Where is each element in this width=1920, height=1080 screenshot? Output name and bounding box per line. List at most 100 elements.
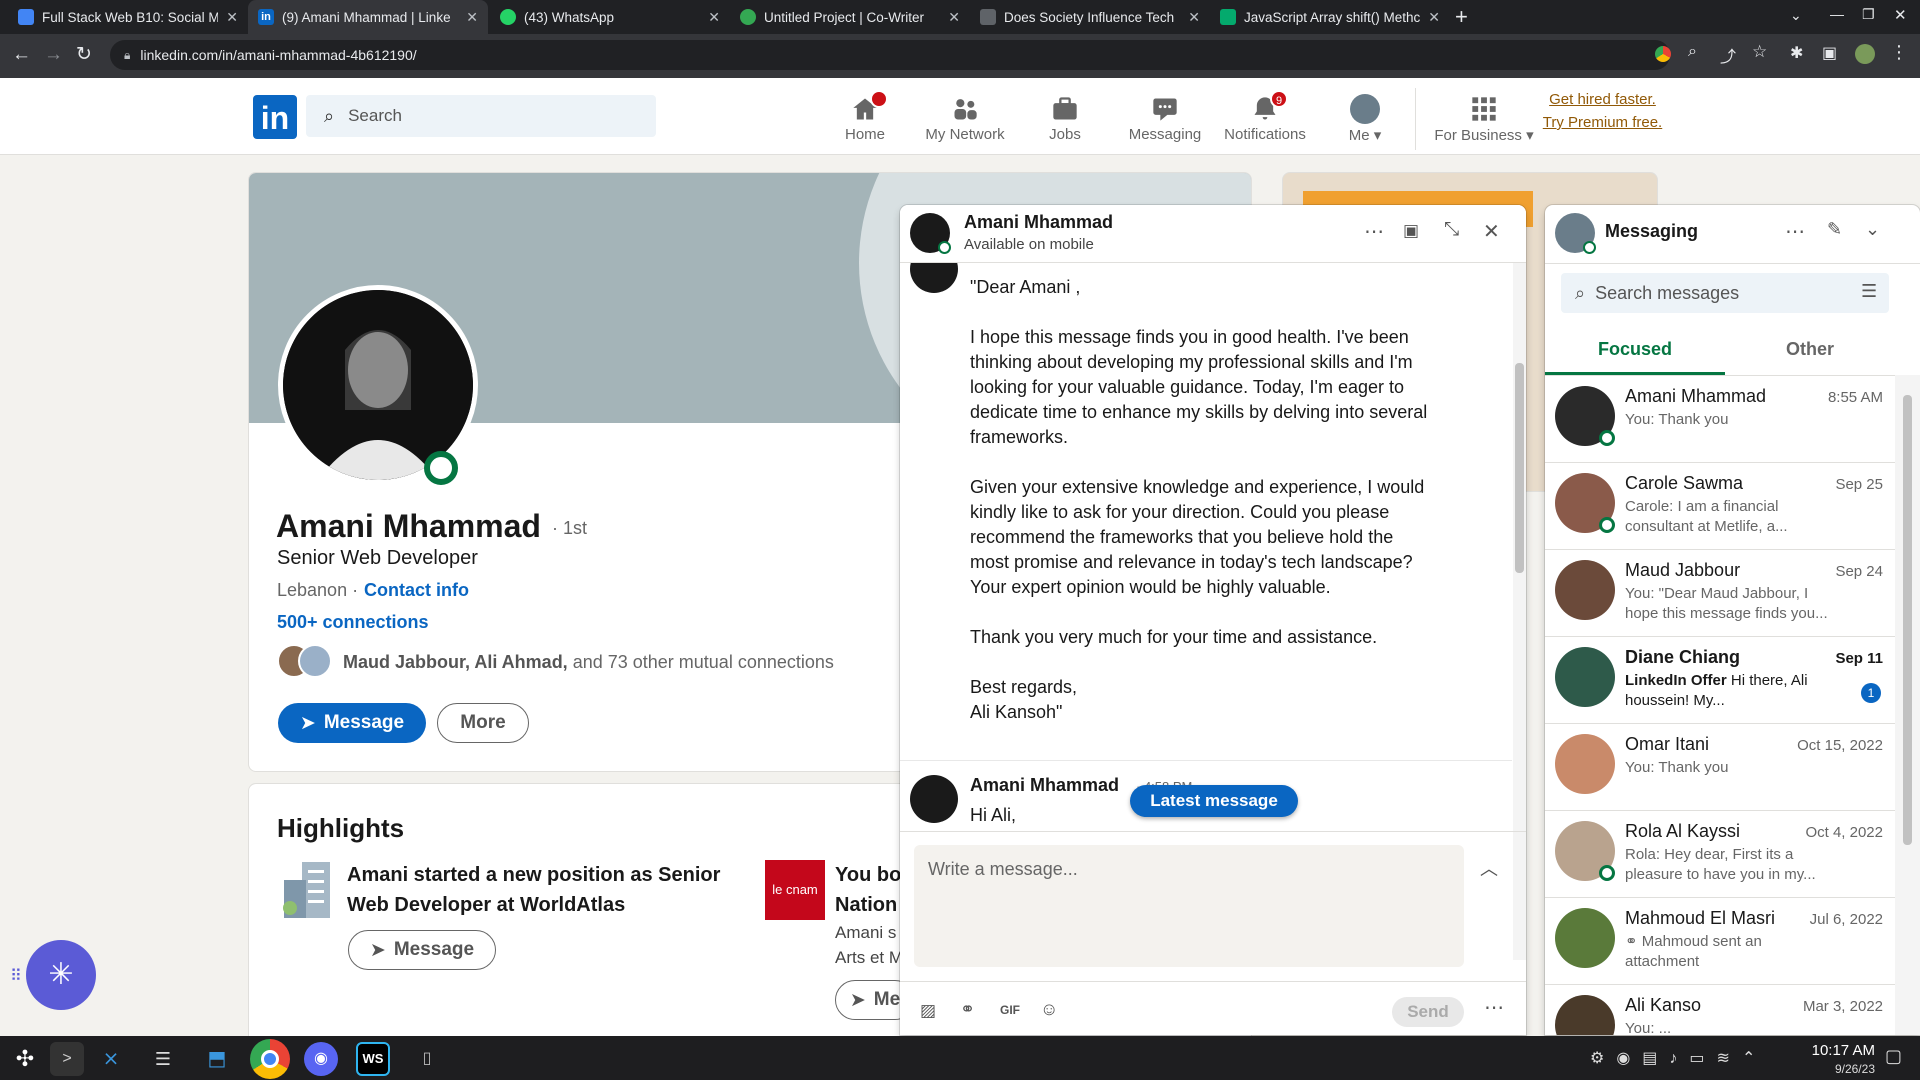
reload-icon[interactable]: ↻	[76, 43, 92, 66]
new-tab-button[interactable]: +	[1455, 4, 1468, 30]
url-text: linkedin.com/in/amani-mhammad-4b612190/	[140, 47, 417, 63]
sidepanel-icon[interactable]: ▣	[1822, 43, 1837, 63]
close-icon[interactable]: ✕	[226, 9, 238, 26]
nav-my-network[interactable]: My Network	[910, 84, 1020, 152]
conversation-item[interactable]: Carole Sawma Sep 25 Carole: I am a finan…	[1545, 463, 1895, 550]
google-icon[interactable]	[1655, 46, 1671, 62]
browser-tab[interactable]: JavaScript Array shift() Methc ✕	[1210, 0, 1450, 34]
messaging-title[interactable]: Messaging	[1605, 221, 1698, 242]
highlight-message-button[interactable]: ➤ Message	[348, 930, 496, 970]
reply-sender[interactable]: Amani Mhammad	[970, 775, 1119, 796]
forward-icon[interactable]: →	[44, 44, 63, 66]
scrollbar[interactable]	[1895, 375, 1920, 1035]
close-icon[interactable]: ✕	[708, 9, 720, 26]
system-tray-icons[interactable]: ⚙◉▤♪▭≋⌃	[1590, 1048, 1767, 1068]
contact-name: Rola Al Kayssi	[1625, 821, 1741, 841]
attachment-icon[interactable]: ⚭	[960, 999, 975, 1020]
browser-tab[interactable]: (43) WhatsApp ✕	[490, 0, 730, 34]
connections-link[interactable]: 500+ connections	[277, 612, 429, 633]
image-icon[interactable]: ▨	[920, 1001, 936, 1021]
browser-tab-active[interactable]: in (9) Amani Mhammad | Linke ✕	[248, 0, 488, 34]
search-messages-input[interactable]: ⌕ Search messages	[1561, 273, 1889, 313]
discord-icon[interactable]: ◉	[304, 1042, 338, 1076]
nav-notifications[interactable]: 9 Notifications	[1210, 84, 1320, 152]
close-icon[interactable]: ✕	[1188, 9, 1200, 26]
send-icon: ➤	[299, 712, 316, 734]
conversation-item[interactable]: Omar Itani Oct 15, 2022 You: Thank you	[1545, 724, 1895, 811]
conversation-item[interactable]: Amani Mhammad 8:55 AM You: Thank you	[1545, 376, 1895, 463]
more-options-icon[interactable]: ⋯	[1364, 219, 1384, 244]
video-call-icon[interactable]: ▣	[1403, 221, 1419, 241]
compose-icon[interactable]: ✎	[1827, 219, 1842, 240]
assistant-button[interactable]: ✳	[26, 940, 96, 1010]
tab-focused[interactable]: Focused	[1545, 323, 1725, 375]
search-input[interactable]: ⌕ Search	[306, 95, 656, 137]
chrome-icon[interactable]	[250, 1039, 290, 1079]
more-options-icon[interactable]: ⋯	[1785, 219, 1805, 244]
extensions-icon[interactable]: ✱	[1790, 43, 1803, 63]
profile-avatar[interactable]	[1855, 44, 1875, 64]
address-bar[interactable]: 🔒︎ linkedin.com/in/amani-mhammad-4b61219…	[110, 40, 1670, 70]
more-options-icon[interactable]: ⋯	[1484, 995, 1504, 1020]
chat-contact-name[interactable]: Amani Mhammad	[964, 212, 1113, 233]
nav-jobs[interactable]: Jobs	[1010, 84, 1120, 152]
share-icon[interactable]: ⤴	[1720, 43, 1736, 67]
close-icon[interactable]: ✕	[1428, 9, 1440, 26]
scrollbar[interactable]	[1513, 263, 1526, 960]
conversation-item[interactable]: Diane Chiang Sep 11 LinkedIn Offer Hi th…	[1545, 637, 1895, 724]
close-icon[interactable]: ✕	[948, 9, 960, 26]
conversation-item[interactable]: Maud Jabbour Sep 24 You: "Dear Maud Jabb…	[1545, 550, 1895, 637]
gif-icon[interactable]: GIF	[1000, 1003, 1020, 1017]
conversation-item[interactable]: Ali Kanso Mar 3, 2022 You: ...	[1545, 985, 1895, 1035]
send-button[interactable]: Send	[1392, 997, 1464, 1027]
browser-tab[interactable]: Untitled Project | Co-Writer ✕	[730, 0, 970, 34]
vscode-icon[interactable]: ⨯	[94, 1042, 128, 1076]
message-button[interactable]: ➤ Message	[278, 703, 426, 743]
drag-handle-icon[interactable]: ⠿	[10, 966, 22, 986]
browser-tab[interactable]: Does Society Influence Tech ✕	[970, 0, 1210, 34]
close-icon[interactable]: ✕	[1483, 219, 1500, 244]
notes-icon[interactable]: ▯	[410, 1042, 444, 1076]
latest-message-button[interactable]: Latest message	[1130, 785, 1298, 817]
chevron-down-icon[interactable]: ⌄	[1865, 219, 1880, 240]
terminal-icon[interactable]: >	[50, 1042, 84, 1076]
chevron-down-icon: ▾	[1526, 127, 1534, 144]
message-input[interactable]: Write a message...	[914, 845, 1464, 967]
tab-other[interactable]: Other	[1725, 323, 1895, 375]
emoji-icon[interactable]: ☺	[1040, 999, 1058, 1020]
window-close-icon[interactable]: ✕	[1894, 6, 1907, 24]
browser-tab[interactable]: Full Stack Web B10: Social M ✕	[8, 0, 248, 34]
bookmark-star-icon[interactable]: ☆	[1752, 42, 1767, 62]
minimize-icon[interactable]: —	[1830, 6, 1844, 22]
nav-messaging[interactable]: Messaging	[1110, 84, 1220, 152]
expand-icon[interactable]: ︿	[1480, 855, 1498, 881]
clock-time[interactable]: 10:17 AM	[1785, 1042, 1875, 1059]
conversation-item[interactable]: Mahmoud El Masri Jul 6, 2022 ⚭ Mahmoud s…	[1545, 898, 1895, 985]
nav-home[interactable]: Home	[810, 84, 920, 152]
linkedin-logo[interactable]: in	[253, 95, 297, 139]
launcher-icon[interactable]: ✣	[8, 1042, 42, 1076]
scrollbar-thumb[interactable]	[1515, 363, 1524, 573]
tab-search-icon[interactable]: ⌄	[1790, 7, 1802, 24]
webstorm-icon[interactable]: WS	[356, 1042, 390, 1076]
store-icon[interactable]: ⬒	[200, 1042, 234, 1076]
message-preview: ⚭ Mahmoud sent an attachment	[1625, 933, 1762, 970]
close-icon[interactable]: ✕	[466, 9, 478, 26]
nav-for-business[interactable]: For Business ▾	[1426, 84, 1542, 152]
filter-icon[interactable]: ☰	[1861, 281, 1877, 302]
premium-link[interactable]: Get hired faster. Try Premium free.	[1540, 88, 1665, 134]
more-button[interactable]: More	[437, 703, 529, 743]
contact-info-link[interactable]: Contact info	[364, 580, 469, 601]
conversation-item[interactable]: Rola Al Kayssi Oct 4, 2022 Rola: Hey dea…	[1545, 811, 1895, 898]
collapse-icon[interactable]: ⤡	[1444, 219, 1459, 241]
chat-header[interactable]: Amani Mhammad Available on mobile ⋯ ▣ ⤡ …	[900, 205, 1526, 263]
mutual-connections[interactable]: Maud Jabbour, Ali Ahmad, and 73 other mu…	[343, 652, 834, 673]
chrome-menu-icon[interactable]: ⋮	[1890, 42, 1908, 63]
restore-icon[interactable]: ❐	[1862, 6, 1875, 23]
back-icon[interactable]: ←	[12, 44, 31, 66]
notification-center-icon[interactable]: ▢	[1885, 1046, 1902, 1067]
nav-me[interactable]: Me ▾	[1310, 84, 1420, 152]
zoom-icon[interactable]: ⌕	[1688, 43, 1697, 61]
settings-icon[interactable]: ☰	[146, 1042, 180, 1076]
scrollbar-thumb[interactable]	[1903, 395, 1912, 845]
